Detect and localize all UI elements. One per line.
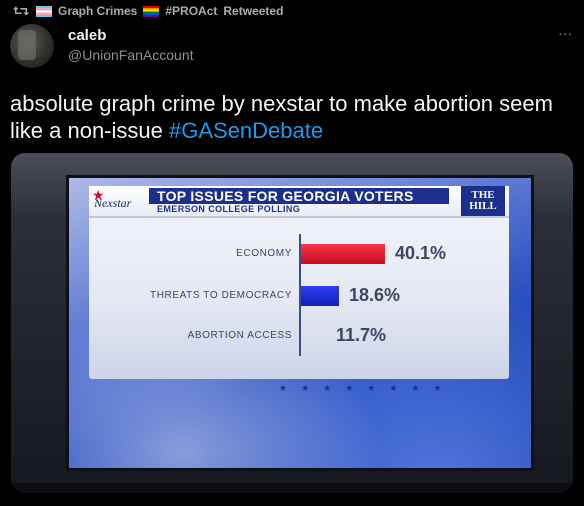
nexstar-logo: Nexstar xyxy=(92,184,146,212)
the-hill-logo-line2: HILL xyxy=(469,200,497,212)
user-handle[interactable]: @UnionFanAccount xyxy=(68,47,194,63)
bar xyxy=(301,244,385,264)
nexstar-logo-text: Nexstar xyxy=(94,196,132,210)
more-options-button[interactable]: ··· xyxy=(553,25,577,44)
display-name[interactable]: caleb xyxy=(68,27,106,44)
category-label: ABORTION ACCESS xyxy=(187,330,292,341)
transgender-flag-icon xyxy=(36,5,52,17)
retweet-context[interactable]: Graph Crimes #PROAct Retweeted xyxy=(12,2,283,20)
data-label: 18.6% xyxy=(349,285,401,305)
data-label: 11.7% xyxy=(336,325,387,345)
retweet-suffix: Retweeted xyxy=(223,4,284,18)
tv-screen: ★★★★★★★★ Nexstar TOP ISSUES FOR GEORGIA … xyxy=(69,178,531,468)
category-label: ECONOMY xyxy=(236,248,292,259)
the-hill-logo: THE HILL xyxy=(461,186,505,216)
hashtag-link[interactable]: #GASenDebate xyxy=(169,118,323,143)
retweet-source[interactable]: Graph Crimes xyxy=(58,4,137,18)
retweet-icon xyxy=(12,6,30,16)
graphic-title: TOP ISSUES FOR GEORGIA VOTERS xyxy=(157,188,414,204)
retweet-tag[interactable]: #PROAct xyxy=(165,4,217,18)
poll-graphic-panel: Nexstar TOP ISSUES FOR GEORGIA VOTERS EM… xyxy=(89,184,509,379)
more-icon: ··· xyxy=(558,25,572,41)
avatar[interactable] xyxy=(10,24,54,68)
rainbow-flag-icon xyxy=(143,5,160,17)
tweet-media-photo[interactable]: ★★★★★★★★ Nexstar TOP ISSUES FOR GEORGIA … xyxy=(11,153,573,493)
tv-stand xyxy=(11,483,573,493)
decorative-stars: ★★★★★★★★ xyxy=(279,383,456,393)
data-label: 40.1% xyxy=(395,243,447,263)
bar xyxy=(301,286,339,306)
category-label: THREATS TO DEMOCRACY xyxy=(149,290,292,301)
tweet-text: absolute graph crime by nexstar to make … xyxy=(10,90,570,144)
graphic-subtitle: EMERSON COLLEGE POLLING xyxy=(157,204,301,214)
